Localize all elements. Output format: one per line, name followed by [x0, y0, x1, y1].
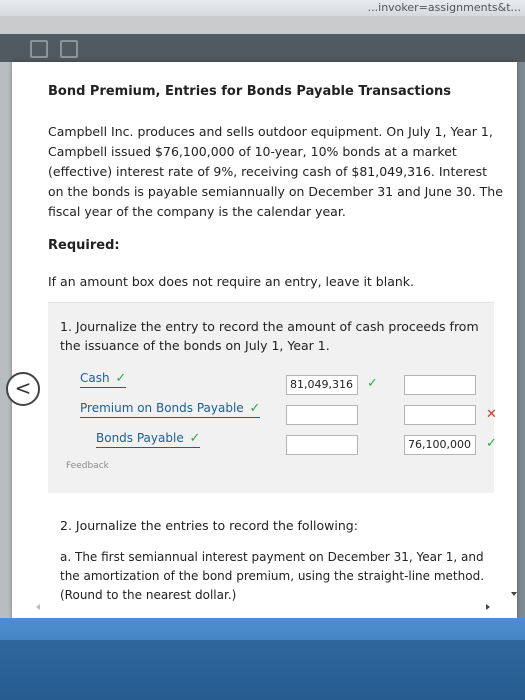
page-title: Bond Premium, Entries for Bonds Payable … — [48, 84, 452, 99]
journal-row-account[interactable]: Bonds Payable ✓ — [96, 431, 201, 448]
credit-input[interactable] — [404, 375, 476, 395]
feedback-link[interactable]: Feedback — [66, 461, 109, 471]
question-1-panel: 1. Journalize the entry to record the am… — [48, 302, 497, 493]
journal-row-account[interactable]: Cash ✓ — [80, 371, 127, 388]
account-label: Cash — [80, 371, 110, 385]
journal-row-account[interactable]: Premium on Bonds Payable ✓ — [80, 401, 261, 418]
scroll-down-icon[interactable] — [511, 592, 517, 596]
x-icon: ✕ — [486, 407, 497, 422]
browser-url-bar: ...invoker=assignments&t... — [0, 0, 525, 16]
problem-text: Campbell Inc. produces and sells outdoor… — [48, 124, 503, 219]
check-icon: ✓ — [189, 431, 201, 446]
required-label: Required: — [48, 238, 120, 253]
check-icon: ✓ — [486, 436, 497, 451]
debit-input[interactable] — [286, 435, 358, 455]
account-label: Premium on Bonds Payable — [80, 401, 244, 415]
check-icon: ✓ — [367, 376, 378, 391]
browser-chrome — [0, 16, 525, 34]
bottom-bar-shadow — [0, 640, 525, 700]
toolbar-icon[interactable] — [30, 40, 48, 58]
scroll-left-icon[interactable] — [36, 604, 40, 610]
question-2-text: 2. Journalize the entries to record the … — [60, 518, 358, 533]
credit-input[interactable]: 76,100,000 — [404, 435, 476, 455]
debit-input[interactable]: 81,049,316 — [286, 375, 358, 395]
instruction-note: If an amount box does not require an ent… — [48, 274, 414, 289]
chevron-left-icon: < — [14, 376, 32, 400]
question-1-text: 1. Journalize the entry to record the am… — [60, 319, 479, 353]
app-toolbar — [0, 34, 525, 62]
check-icon: ✓ — [249, 401, 261, 416]
calculator-icon[interactable] — [60, 40, 78, 58]
credit-input[interactable] — [404, 405, 476, 425]
account-label: Bonds Payable — [96, 431, 184, 445]
left-panel-strip — [0, 62, 12, 618]
scroll-right-icon[interactable] — [486, 604, 490, 610]
check-icon: ✓ — [115, 371, 127, 386]
back-button[interactable]: < — [6, 372, 40, 406]
question-content: Bond Premium, Entries for Bonds Payable … — [12, 62, 517, 618]
question-2a-text: a. The first semiannual interest payment… — [60, 550, 485, 602]
debit-input[interactable] — [286, 405, 358, 425]
